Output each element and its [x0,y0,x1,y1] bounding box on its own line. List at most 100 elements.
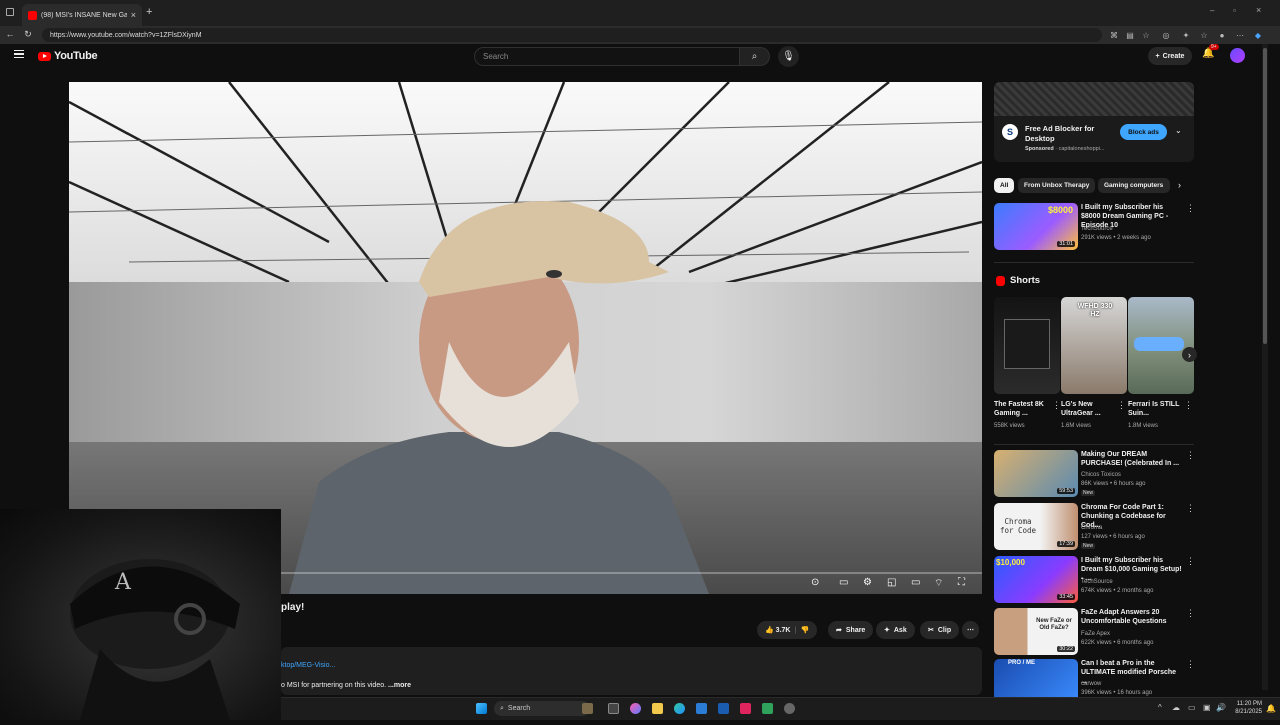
avatar[interactable] [1230,48,1245,63]
thumbs-down-icon: 👎 [800,627,810,634]
chevron-down-icon[interactable]: ⌄ [1175,126,1182,135]
more-vert-icon[interactable]: ⋮ [1117,400,1126,411]
fullscreen-icon[interactable]: ⛶ [958,577,965,588]
minimize-icon[interactable]: – [1210,6,1214,15]
profile-icon[interactable]: ● [1216,29,1228,41]
extension-icon[interactable]: ◎ [1160,29,1172,41]
more-actions-button[interactable]: ⋯ [962,621,979,639]
youtube-logo[interactable]: YouTube [38,50,98,62]
notifications-button[interactable]: 🔔 9+ [1202,44,1219,59]
chip-gaming-computers[interactable]: Gaming computers [1098,178,1170,193]
list-item[interactable]: 59:53 Making Our DREAM PURCHASE! (Celebr… [994,450,1195,498]
chip-all[interactable]: All [994,178,1015,193]
video-meta: 622K views • 6 months ago [1081,640,1154,646]
windows-start-icon[interactable] [476,703,487,714]
hamburger-menu-icon[interactable] [14,50,24,58]
close-tab-icon[interactable]: × [131,10,136,20]
more-vert-icon[interactable]: ⋮ [1186,556,1195,567]
more-dots-icon: ⋯ [967,627,974,634]
taskbar-date: 8/21/2025 [1235,709,1262,715]
app-icon[interactable] [762,703,773,714]
tray-app-icon[interactable]: ☁ [1172,703,1180,712]
tray-device-icon[interactable]: ▭ [1188,703,1196,712]
theater-mode-icon[interactable]: ▭ [911,577,920,588]
short-views: 1.6M views [1061,423,1092,429]
short-thumbnail: WFHD 330 HZ [1061,297,1127,394]
edge-browser-icon[interactable] [674,703,685,714]
store-icon[interactable] [696,703,707,714]
taskbar-widget-icon[interactable] [582,703,593,714]
more-vert-icon[interactable]: ⋮ [1186,450,1195,461]
shorts-heading: Shorts [1010,275,1041,286]
tab-actions-icon[interactable] [6,8,14,16]
dislike-button[interactable]: 👎 [800,626,809,634]
short-thumbnail [1128,297,1194,394]
copilot-app-icon[interactable] [630,703,641,714]
thumbnail-text: $10,000 [996,558,1025,567]
file-explorer-icon[interactable] [652,703,663,714]
media-app-icon[interactable] [740,703,751,714]
browser-tab[interactable]: (98) MSI's INSANE New Gaming × [22,4,142,26]
more-vert-icon[interactable]: ⋮ [1186,203,1195,214]
ask-button[interactable]: ✦ Ask [876,621,915,639]
video-meta: 127 views • 6 hours ago [1081,534,1145,540]
share-button[interactable]: ➦ Share [828,621,874,639]
notification-center-icon[interactable]: 🔔 [1266,704,1276,713]
list-item[interactable]: Chroma for Code 17:39 Chroma For Code Pa… [994,503,1195,551]
tray-chevron-icon[interactable]: ^ [1158,703,1162,712]
short-item[interactable]: WFHD 330 HZ LG's New UltraGear ... 1.6M … [1061,297,1127,437]
outlook-icon[interactable] [718,703,729,714]
more-vert-icon[interactable]: ⋮ [1186,659,1194,670]
miniplayer-icon[interactable]: ◱ [887,577,896,588]
more-menu-icon[interactable]: ⋯ [1234,29,1246,41]
list-item[interactable]: $8000 31:01 I Built my Subscriber his $8… [994,203,1195,251]
favorite-star-icon[interactable]: ☆ [1140,29,1152,41]
search-button[interactable]: ⌕ [740,47,770,66]
task-view-icon[interactable] [608,703,619,714]
more-vert-icon[interactable]: ⋮ [1052,400,1061,411]
settings-gear-icon[interactable]: ⚙ [863,577,872,588]
page-scrollbar[interactable] [1262,44,1268,690]
list-item[interactable]: New FaZe or Old FaZe? 30:22 FaZe Adapt A… [994,608,1195,656]
settings-app-icon[interactable] [784,703,795,714]
chips-next-icon[interactable]: › [1178,180,1181,190]
shorts-next-icon[interactable]: › [1182,347,1197,362]
search-input[interactable]: Search [474,47,740,66]
translate-icon[interactable]: ⌘ [1108,29,1120,41]
copilot-icon[interactable]: ◆ [1252,29,1264,41]
url-field[interactable]: https://www.youtube.com/watch?v=1ZFlsDXi… [42,28,1102,42]
tray-display-icon[interactable]: ▣ [1203,703,1211,712]
description-box[interactable]: ktop/MEG-Visio... o MSI for partnering o… [281,647,982,695]
captions-icon[interactable]: ▭ [839,577,848,588]
description-link[interactable]: ktop/MEG-Visio... [281,662,335,669]
voice-search-button[interactable]: 🎙 [778,46,799,67]
cast-icon[interactable]: ⌔ [934,577,943,590]
short-item[interactable]: Ferrari Is STILL Suin... 1.8M views ⋮ [1128,297,1194,437]
maximize-icon[interactable]: ▫ [1233,6,1236,15]
close-window-icon[interactable]: × [1256,5,1261,15]
chip-from-unbox-therapy[interactable]: From Unbox Therapy [1018,178,1096,193]
back-icon[interactable]: ← [2,29,18,39]
taskbar-search[interactable]: ⌕ Search [494,701,590,716]
volume-icon[interactable]: 🔊 [1216,703,1226,712]
reader-icon[interactable]: ▤ [1124,29,1136,41]
block-ads-button[interactable]: Block ads [1120,124,1167,140]
more-vert-icon[interactable]: ⋮ [1184,400,1193,411]
new-tab-icon[interactable]: + [146,6,152,18]
list-item[interactable]: PRO / ME Can I beat a Pro in the ULTIMAT… [994,659,1194,697]
reload-icon[interactable]: ↻ [20,29,36,40]
create-button[interactable]: + Create [1148,47,1192,65]
description-more[interactable]: ...more [388,682,411,689]
autoplay-toggle[interactable]: ⊙ [811,577,819,588]
taskbar-clock[interactable]: 11:20 PM 8/21/2025 [1230,700,1262,716]
more-vert-icon[interactable]: ⋮ [1186,608,1195,619]
short-item[interactable]: The Fastest 8K Gaming ... 558K views ⋮ [994,297,1061,437]
favorites-icon[interactable]: ☆ [1198,29,1210,41]
more-vert-icon[interactable]: ⋮ [1186,503,1195,514]
puzzle-icon[interactable]: ✦ [1180,29,1192,41]
list-item[interactable]: $10,000 33:45 I Built my Subscriber his … [994,556,1195,604]
video-duration: 17:39 [1057,541,1075,547]
clip-button[interactable]: ✂ Clip [920,621,960,639]
sponsored-ad-card[interactable]: S Free Ad Blocker for Desktop Sponsored … [994,82,1194,162]
like-button[interactable]: 👍 3.7K [765,626,790,634]
